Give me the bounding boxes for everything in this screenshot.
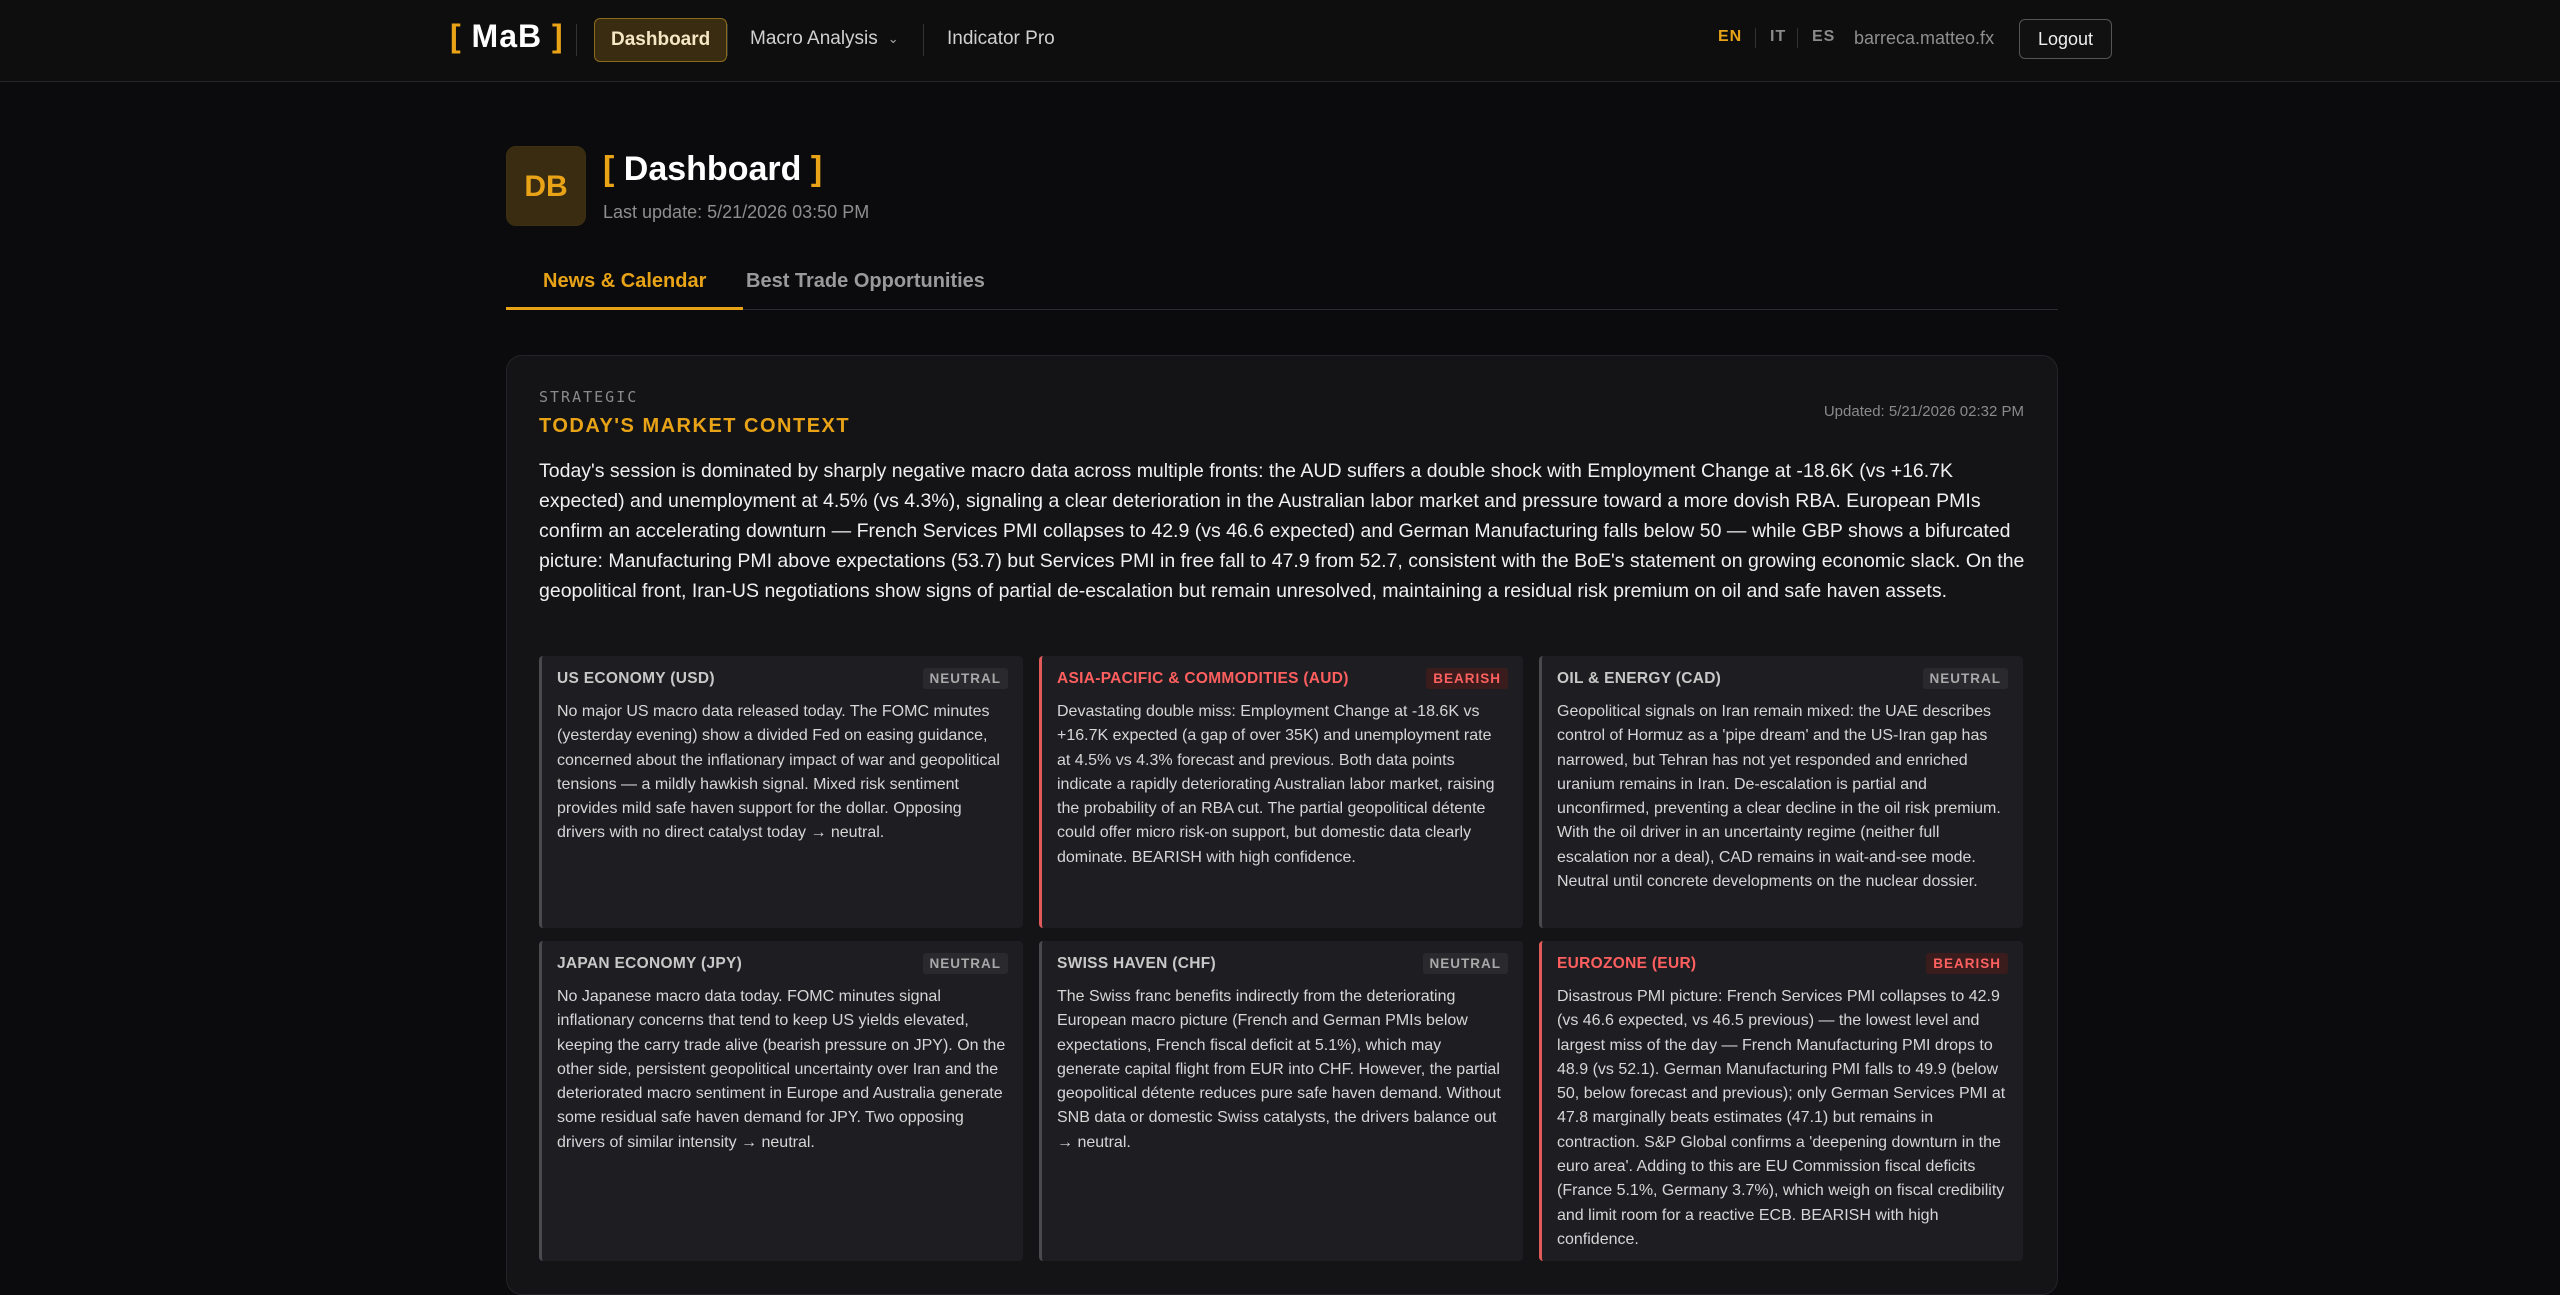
lang-en[interactable]: EN — [1718, 28, 1742, 46]
title-text: Dashboard — [623, 150, 802, 188]
last-update: Last update: 5/21/2026 03:50 PM — [603, 202, 870, 222]
currency-card-body: The Swiss franc benefits indirectly from… — [1057, 988, 1501, 1151]
market-context-card: STRATEGIC TODAY'S MARKET CONTEXT Updated… — [506, 355, 2058, 1295]
lang-it[interactable]: IT — [1770, 28, 1786, 46]
tab-best-trade-opportunities[interactable]: Best Trade Opportunities — [709, 254, 1022, 310]
title-bracket-left: [ — [603, 150, 615, 188]
currency-card-title: US ECONOMY (USD) — [557, 670, 715, 687]
tab-bar: News & Calendar Best Trade Opportunities — [506, 254, 2058, 310]
currency-card-jpy: JAPAN ECONOMY (JPY) NEUTRAL No Japanese m… — [539, 941, 1023, 1261]
currency-card-title: EUROZONE (EUR) — [1557, 955, 1697, 972]
user-name: barreca.matteo.fx — [1854, 28, 1995, 48]
title-bracket-right: ] — [810, 150, 823, 188]
lang-divider — [1797, 28, 1798, 48]
currency-card-title: ASIA-PACIFIC & COMMODITIES (AUD) — [1057, 670, 1349, 687]
currency-card-body: Disastrous PMI picture: French Services … — [1557, 988, 2006, 1248]
section-title: TODAY'S MARKET CONTEXT — [539, 415, 851, 437]
brand-name: MaB — [471, 18, 543, 54]
brand-bracket-left: [ — [450, 18, 462, 54]
bias-badge: NEUTRAL — [922, 953, 1008, 974]
currency-card-eur: EUROZONE (EUR) BEARISH Disastrous PMI pic… — [1539, 941, 2023, 1261]
brand-logo[interactable]: [ MaB ] — [450, 18, 564, 55]
chevron-down-icon: ⌄ — [887, 30, 899, 46]
bias-badge: BEARISH — [1926, 953, 2008, 974]
nav-dashboard-button[interactable]: Dashboard — [594, 18, 728, 62]
currency-card-cad: OIL & ENERGY (CAD) NEUTRAL Geopolitical s… — [1539, 656, 2023, 928]
currency-card-body: Geopolitical signals on Iran remain mixe… — [1557, 703, 2001, 891]
top-nav: [ MaB ] Dashboard Macro Analysis ⌄ Indica… — [0, 0, 2560, 82]
currency-card-aud: ASIA-PACIFIC & COMMODITIES (AUD) BEARISH … — [1039, 656, 1523, 928]
nav-indicator-pro[interactable]: Indicator Pro — [947, 28, 1055, 50]
nav-macro-label: Macro Analysis — [750, 28, 878, 49]
context-updated: Updated: 5/21/2026 02:32 PM — [1823, 403, 2024, 420]
lang-es[interactable]: ES — [1812, 28, 1835, 46]
bias-badge: BEARISH — [1426, 668, 1508, 689]
bias-badge: NEUTRAL — [922, 668, 1008, 689]
currency-card-title: OIL & ENERGY (CAD) — [1557, 670, 1722, 687]
nav-divider — [576, 24, 577, 56]
nav-divider — [727, 24, 728, 56]
bias-badge: NEUTRAL — [1922, 668, 2008, 689]
currency-card-title: SWISS HAVEN (CHF) — [1057, 955, 1216, 972]
currency-card-body: Devastating double miss: Employment Chan… — [1057, 703, 1495, 866]
currency-card-body: No major US macro data released today. T… — [557, 703, 1000, 842]
section-eyebrow: STRATEGIC — [539, 388, 639, 406]
brand-bracket-right: ] — [552, 18, 564, 54]
lang-divider — [1755, 28, 1756, 48]
currency-card-title: JAPAN ECONOMY (JPY) — [557, 955, 743, 972]
logout-button[interactable]: Logout — [2019, 19, 2112, 59]
avatar: DB — [506, 146, 586, 226]
currency-card-usd: US ECONOMY (USD) NEUTRAL No major US macr… — [539, 656, 1023, 928]
nav-divider — [923, 24, 924, 56]
nav-macro-analysis[interactable]: Macro Analysis ⌄ — [750, 28, 899, 50]
currency-card-chf: SWISS HAVEN (CHF) NEUTRAL The Swiss franc… — [1039, 941, 1523, 1261]
page-title: [ Dashboard ] — [603, 150, 822, 189]
bias-badge: NEUTRAL — [1422, 953, 1508, 974]
tab-news-calendar[interactable]: News & Calendar — [506, 254, 744, 310]
market-summary: Today's session is dominated by sharply … — [539, 460, 2025, 602]
currency-card-body: No Japanese macro data today. FOMC minut… — [557, 988, 1006, 1151]
